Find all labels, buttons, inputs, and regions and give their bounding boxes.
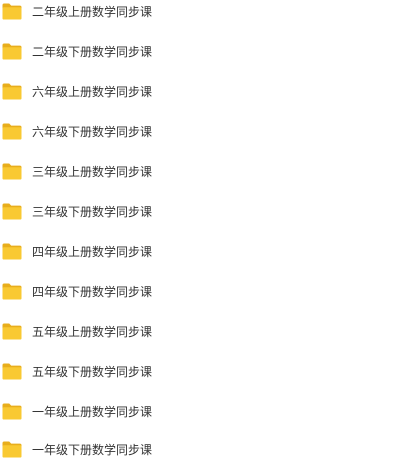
folder-item[interactable]: 五年级上册数学同步课: [0, 320, 417, 346]
folder-name: 六年级上册数学同步课: [32, 85, 153, 99]
folder-icon: [2, 43, 22, 60]
folder-icon: [2, 441, 22, 458]
folder-icon: [2, 363, 22, 380]
folder-icon: [2, 283, 22, 300]
folder-item[interactable]: 四年级上册数学同步课: [0, 240, 417, 266]
folder-name: 三年级下册数学同步课: [32, 205, 153, 219]
folder-item[interactable]: 三年级下册数学同步课: [0, 200, 417, 226]
folder-item[interactable]: 三年级上册数学同步课: [0, 160, 417, 186]
folder-icon: [2, 3, 22, 20]
folder-name: 五年级上册数学同步课: [32, 325, 153, 339]
folder-name: 四年级下册数学同步课: [32, 285, 153, 299]
folder-name: 二年级下册数学同步课: [32, 45, 153, 59]
folder-item[interactable]: 二年级上册数学同步课: [0, 0, 417, 26]
folder-item[interactable]: 六年级上册数学同步课: [0, 80, 417, 106]
folder-item[interactable]: 五年级下册数学同步课: [0, 360, 417, 386]
folder-icon: [2, 403, 22, 420]
folder-item[interactable]: 四年级下册数学同步课: [0, 280, 417, 306]
folder-list: 二年级上册数学同步课 二年级下册数学同步课 六年级上册数学同步课 六年级下册数学…: [0, 0, 417, 464]
folder-name: 五年级下册数学同步课: [32, 365, 153, 379]
folder-item[interactable]: 二年级下册数学同步课: [0, 40, 417, 66]
folder-icon: [2, 123, 22, 140]
folder-item[interactable]: 一年级下册数学同步课: [0, 438, 417, 464]
folder-name: 一年级上册数学同步课: [32, 405, 153, 419]
folder-icon: [2, 163, 22, 180]
folder-icon: [2, 83, 22, 100]
folder-name: 四年级上册数学同步课: [32, 245, 153, 259]
folder-icon: [2, 323, 22, 340]
folder-name: 二年级上册数学同步课: [32, 5, 153, 19]
folder-icon: [2, 243, 22, 260]
folder-icon: [2, 203, 22, 220]
folder-name: 三年级上册数学同步课: [32, 165, 153, 179]
folder-item[interactable]: 一年级上册数学同步课: [0, 400, 417, 426]
folder-name: 六年级下册数学同步课: [32, 125, 153, 139]
folder-item[interactable]: 六年级下册数学同步课: [0, 120, 417, 146]
folder-name: 一年级下册数学同步课: [32, 443, 153, 457]
